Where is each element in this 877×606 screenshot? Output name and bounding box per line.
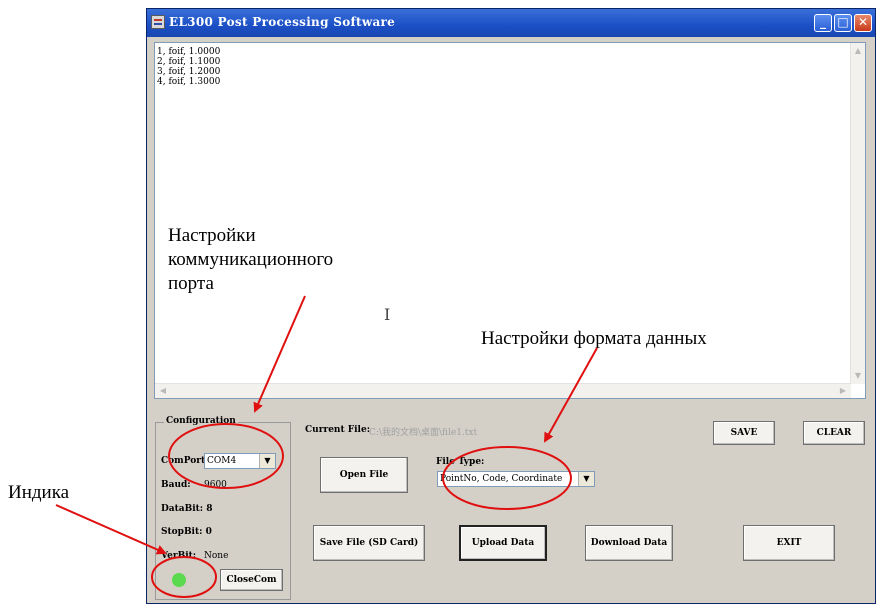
comport-label: ComPort: — [161, 456, 209, 466]
data-lines: 1, foif, 1.0000 2, foif, 1.1000 3, foif,… — [157, 47, 220, 87]
open-file-button[interactable]: Open File — [320, 457, 408, 493]
data-format-annotation: Настройки формата данных — [481, 328, 707, 349]
configuration-group: Configuration ComPort: COM4 ▼ Baud: 9600… — [155, 416, 291, 600]
data-line: 4, foif, 1.3000 — [157, 77, 221, 87]
exit-button[interactable]: EXIT — [743, 525, 835, 561]
app-icon — [151, 15, 165, 29]
minimize-button[interactable]: _ — [814, 14, 832, 32]
annotation-line: порта — [168, 273, 214, 294]
horizontal-scrollbar[interactable]: ◀ ▶ — [155, 383, 851, 398]
upload-data-button[interactable]: Upload Data — [459, 525, 547, 561]
app-window: EL300 Post Processing Software _ □ ✕ 1, … — [146, 8, 876, 604]
file-type-select[interactable]: PointNo, Code, Coordinate ▼ — [437, 471, 595, 487]
data-line: 2, foif, 1.1000 — [157, 57, 221, 67]
baud-label: Baud: — [161, 480, 191, 490]
chevron-down-icon[interactable]: ▼ — [259, 454, 275, 468]
title-bar[interactable]: EL300 Post Processing Software _ □ ✕ — [147, 9, 875, 37]
verbit-label: VerBit: — [161, 551, 197, 561]
scroll-left-icon[interactable]: ◀ — [157, 385, 169, 397]
indicator-annotation: Индика — [8, 482, 70, 503]
connection-led-icon — [172, 573, 186, 587]
comport-value: COM4 — [207, 456, 237, 466]
text-cursor-icon: I — [384, 305, 391, 324]
maximize-button[interactable]: □ — [834, 14, 852, 32]
configuration-label: Configuration — [164, 416, 238, 426]
close-button[interactable]: ✕ — [854, 14, 872, 32]
close-com-button[interactable]: CloseCom — [220, 569, 283, 591]
chevron-down-icon[interactable]: ▼ — [578, 472, 594, 486]
stopbit-label: StopBit: 0 — [161, 527, 212, 537]
clear-button[interactable]: CLEAR — [803, 421, 865, 445]
current-file-path: C:\我的文档\桌面\file1.txt — [369, 428, 478, 438]
file-type-label: File Type: — [436, 457, 485, 467]
vertical-scrollbar[interactable]: ▲ ▼ — [850, 43, 865, 384]
comport-select[interactable]: COM4 ▼ — [204, 453, 276, 469]
annotation-line: коммуникационного — [168, 249, 334, 270]
window-title: EL300 Post Processing Software — [169, 15, 396, 29]
file-type-value: PointNo, Code, Coordinate — [440, 474, 563, 484]
baud-value: 9600 — [204, 480, 227, 490]
databit-label: DataBit: 8 — [161, 504, 213, 514]
current-file-label: Current File: — [305, 425, 371, 435]
scroll-down-icon[interactable]: ▼ — [852, 370, 864, 382]
data-line: 3, foif, 1.2000 — [157, 67, 221, 77]
download-data-button[interactable]: Download Data — [585, 525, 673, 561]
scroll-up-icon[interactable]: ▲ — [852, 45, 864, 57]
data-line: 1, foif, 1.0000 — [157, 47, 221, 57]
verbit-value: None — [204, 551, 229, 561]
save-file-sd-button[interactable]: Save File (SD Card) — [313, 525, 425, 561]
scroll-right-icon[interactable]: ▶ — [837, 385, 849, 397]
annotation-line: Настройки — [168, 225, 256, 246]
save-button[interactable]: SAVE — [713, 421, 775, 445]
port-settings-annotation: Настройки коммуникационного порта — [168, 224, 333, 296]
